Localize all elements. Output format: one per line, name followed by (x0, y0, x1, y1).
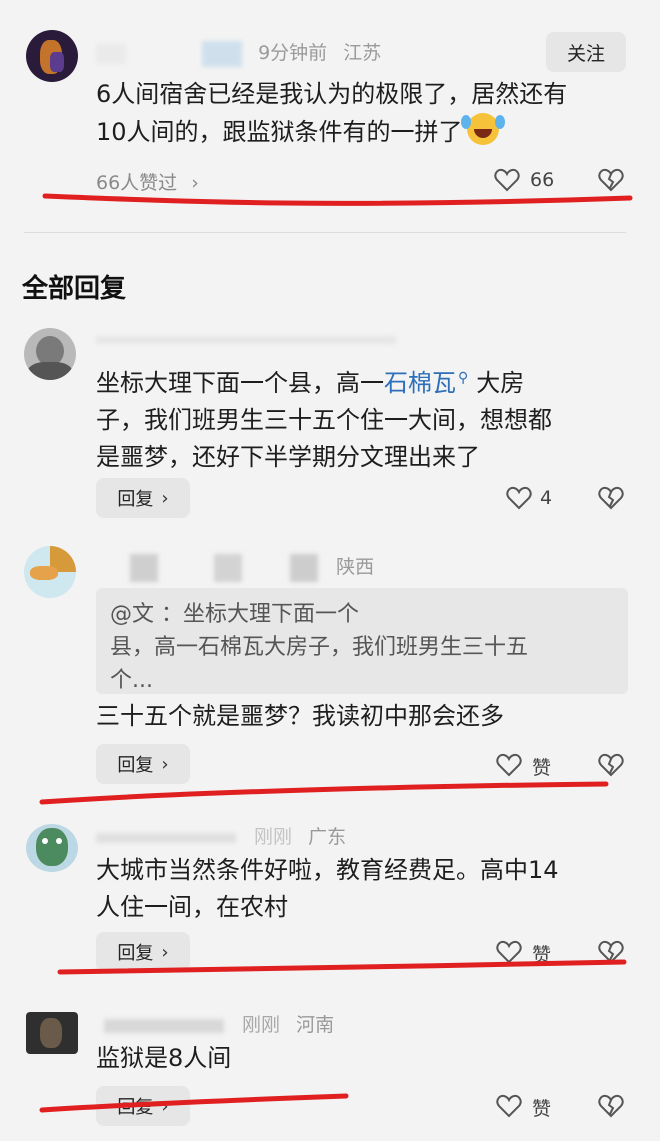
reply-text: 监狱是8人间 (96, 1044, 232, 1072)
search-icon: ⚲ (458, 370, 469, 386)
reply-button[interactable]: 回复 › (96, 932, 190, 972)
broken-heart-icon[interactable] (598, 940, 624, 964)
like-count: 66 (530, 169, 555, 191)
heart-icon[interactable] (496, 940, 522, 964)
avatar[interactable] (26, 824, 78, 872)
comment-location: 江苏 (343, 42, 382, 64)
heart-icon[interactable] (496, 1094, 522, 1118)
section-title: 全部回复 (22, 274, 127, 304)
heart-icon[interactable] (506, 486, 532, 510)
comment-meta: 9分钟前 江苏 (96, 38, 381, 67)
like-count: 4 (540, 487, 553, 509)
search-link[interactable]: 石棉瓦 ⚲ (384, 369, 468, 397)
reply-button[interactable]: 回复 › (96, 478, 190, 518)
chevron-right-icon: › (161, 753, 169, 775)
reply-text: 坐标大理下面一个县，高一石棉瓦 ⚲ 大房 子，我们班男生三十五个住一大间，想想都 是… (96, 369, 552, 471)
reply-location: 河南 (296, 1014, 335, 1036)
comment-time: 9分钟前 (258, 42, 328, 64)
like-label: 赞 (532, 1098, 552, 1120)
chevron-right-icon: › (161, 487, 169, 509)
reply-time: 刚刚 (254, 826, 293, 848)
username-blurred (96, 43, 126, 64)
avatar[interactable] (24, 546, 76, 598)
reply-meta: 刚刚 河南 (104, 1010, 334, 1037)
laughing-crying-emoji-icon (460, 113, 505, 145)
chevron-right-icon: › (161, 941, 169, 963)
follow-button[interactable]: 关注 (546, 32, 626, 72)
avatar[interactable] (26, 1012, 78, 1054)
reply-location: 广东 (308, 826, 347, 848)
broken-heart-icon[interactable] (598, 486, 624, 510)
avatar[interactable] (26, 30, 78, 82)
reply-text: 大城市当然条件好啦，教育经费足。高中14 人住一间，在农村 (96, 856, 559, 921)
avatar[interactable] (24, 328, 76, 380)
comment-text: 6人间宿舍已经是我认为的极限了，居然还有 10人间的，跟监狱条件有的一拼了 (96, 80, 568, 146)
broken-heart-icon[interactable] (598, 753, 624, 777)
chevron-right-icon: › (191, 172, 199, 194)
broken-heart-icon[interactable] (598, 1094, 624, 1118)
liked-by-link[interactable]: 66人赞过 › (96, 168, 199, 195)
reply-button[interactable]: 回复 › (96, 1086, 190, 1126)
reply-text: 三十五个就是噩梦？我读初中那会还多 (96, 702, 504, 730)
like-label: 赞 (532, 944, 552, 966)
heart-icon[interactable] (494, 168, 520, 192)
divider (24, 232, 626, 233)
chevron-right-icon: › (161, 1095, 169, 1117)
reply-button[interactable]: 回复 › (96, 744, 190, 784)
reply-time: 刚刚 (242, 1014, 281, 1036)
reply-meta: 刚刚 广东 (96, 822, 346, 849)
reply-meta: 陕西 (96, 552, 374, 582)
quoted-reply[interactable]: @文 ：坐标大理下面一个 县，高一石棉瓦大房子，我们班男生三十五 个... (96, 588, 628, 694)
broken-heart-icon[interactable] (598, 168, 624, 192)
annotation-underline (39, 1093, 349, 1113)
like-label: 赞 (532, 757, 552, 779)
reply-meta-blurred (96, 328, 396, 350)
heart-icon[interactable] (496, 753, 522, 777)
reply-location: 陕西 (336, 556, 375, 578)
